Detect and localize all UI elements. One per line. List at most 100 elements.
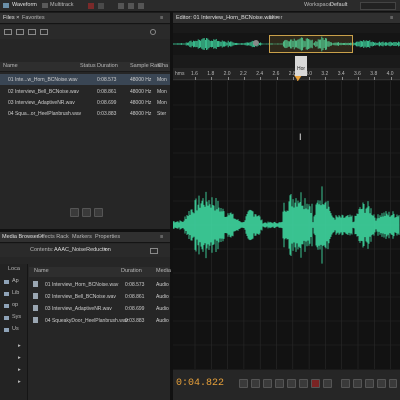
panel-menu-icon[interactable]: ≡ [160, 234, 163, 241]
tree-item[interactable]: Ap [12, 278, 19, 285]
media-file-icon [33, 305, 38, 311]
waveform-display[interactable]: I [173, 81, 400, 369]
waveform-mode-button[interactable]: Waveform [12, 2, 37, 9]
file-duration: 0:08.573 [97, 77, 117, 83]
tree-folder-icon[interactable] [4, 328, 9, 332]
close-file-icon[interactable] [40, 29, 48, 35]
rewind-button[interactable] [275, 379, 284, 388]
zoom-handle-icon[interactable] [253, 40, 259, 46]
col-media[interactable]: Media [156, 268, 171, 275]
media-duration: 0:03.883 [125, 318, 145, 324]
ruler-tick [227, 77, 229, 80]
col-duration[interactable]: Duration [97, 63, 118, 70]
chevron-down-icon[interactable]: ▾ [104, 247, 107, 254]
tree-expand-icon[interactable]: ▸ [18, 343, 21, 350]
media-type: Audio [156, 282, 169, 288]
tab-effects-rack[interactable]: Effects Rack [38, 234, 69, 241]
zoom-out-button[interactable] [353, 379, 362, 388]
loop-button[interactable] [323, 379, 332, 388]
preview-autoplay-button[interactable] [94, 208, 103, 217]
media-row[interactable]: 02 Interview_Bell_BCNoise.wav 0:08.861 A… [29, 291, 170, 302]
time-ruler[interactable]: hms 1.6 1.8 2.0 2.2 2.4 2.6 2.8 3.0 3.2 3.4 3.6 3.8… [173, 68, 400, 80]
stop-button[interactable] [239, 379, 248, 388]
import-file-icon[interactable] [16, 29, 24, 35]
tree-item[interactable]: op [12, 302, 18, 309]
tab-editor[interactable]: Editor: 01 Interview_Horn_BCNoise.wav × [176, 15, 279, 22]
workspace-select[interactable]: Default [330, 2, 347, 9]
col-name[interactable]: Name [34, 268, 49, 275]
panel-menu-icon[interactable]: ≡ [390, 15, 393, 22]
zoom-in-button[interactable] [341, 379, 350, 388]
tab-properties[interactable]: Properties [95, 234, 120, 241]
skip-back-button[interactable] [287, 379, 296, 388]
ruler-tick [390, 77, 392, 80]
cursor-ibeam-icon: I [299, 132, 302, 142]
preview-play-button[interactable] [70, 208, 79, 217]
open-file-icon[interactable] [4, 29, 12, 35]
panel-menu-icon[interactable]: ≡ [160, 15, 163, 22]
file-channels: Mon [157, 100, 167, 106]
media-panel-tabs: Media Browser × Effects Rack Markers Pro… [0, 232, 170, 243]
media-row[interactable]: 03 Interview_AdaptiveNR.wav 0:08.699 Aud… [29, 303, 170, 314]
tree-expand-icon[interactable]: ▸ [18, 379, 21, 386]
skip-forward-button[interactable] [299, 379, 308, 388]
col-duration[interactable]: Duration [121, 268, 142, 275]
contents-bar: Contents: AAAC_NoiseReduction ▾ [0, 244, 170, 257]
zoom-fit-button[interactable] [365, 379, 374, 388]
overview-strip[interactable] [173, 33, 400, 55]
toolbar-icon-3[interactable] [118, 3, 124, 9]
play-button[interactable] [251, 379, 260, 388]
media-type: Audio [156, 294, 169, 300]
tab-markers[interactable]: Markers [72, 234, 92, 241]
file-row[interactable]: 02 Interview_Bell_BCNoise.wav 0:08.861 4… [0, 86, 170, 97]
transport-bar: 0:04.822 [173, 370, 400, 400]
toolbar-icon-5[interactable] [138, 3, 144, 9]
files-search-icon[interactable] [150, 29, 156, 35]
ruler-tick [358, 77, 359, 80]
pause-button[interactable] [263, 379, 272, 388]
folder-icon[interactable] [150, 248, 158, 254]
col-channels[interactable]: Cha [158, 63, 168, 70]
file-row[interactable]: 04 Squa...or_HeelPlanbrush.wav 0:03.883 … [0, 108, 170, 119]
tree-item[interactable]: Us [12, 326, 19, 333]
tab-mixer[interactable]: Mixer [269, 15, 282, 22]
tree-folder-icon[interactable] [4, 304, 9, 308]
file-row[interactable]: 01 Inte...w_Horn_BCNoise.wav 0:08.573 48… [0, 74, 170, 85]
top-bar: Waveform Multitrack Workspace: Default [0, 0, 400, 12]
file-name: 02 Interview_Bell_BCNoise.wav [8, 89, 79, 95]
zoom-selection-button[interactable] [377, 379, 386, 388]
waveform-mode-icon[interactable] [3, 3, 9, 8]
zoom-full-button[interactable] [389, 379, 397, 388]
file-duration: 0:08.861 [97, 89, 117, 95]
tree-folder-icon[interactable] [4, 280, 9, 284]
zoom-window[interactable] [269, 35, 353, 53]
media-type: Audio [156, 306, 169, 312]
search-field[interactable] [360, 2, 396, 10]
multitrack-mode-icon[interactable] [42, 3, 48, 8]
tree-expand-icon[interactable]: ▸ [18, 355, 21, 362]
media-file-icon [33, 281, 38, 287]
file-name: 03 Interview_AdaptiveNR.wav [8, 100, 75, 106]
multitrack-mode-button[interactable]: Multitrack [50, 2, 74, 9]
contents-select[interactable]: AAAC_NoiseReduction [54, 247, 111, 254]
toolbar-icon-1[interactable] [88, 3, 94, 9]
col-status[interactable]: Status [80, 63, 96, 70]
file-row[interactable]: 03 Interview_AdaptiveNR.wav 0:08.699 480… [0, 97, 170, 108]
record-button[interactable] [311, 379, 320, 388]
tab-favorites[interactable]: Favorites [22, 15, 45, 22]
preview-loop-button[interactable] [82, 208, 91, 217]
media-row[interactable]: 01 Interview_Horn_BCNoise.wav 0:08.573 A… [29, 279, 170, 290]
tab-files[interactable]: Files × [3, 15, 19, 22]
toolbar-icon-2[interactable] [98, 3, 104, 9]
tree-expand-icon[interactable]: ▸ [18, 367, 21, 374]
toolbar-icon-4[interactable] [128, 3, 134, 9]
tree-folder-icon[interactable] [4, 316, 9, 320]
files-toolbar [0, 25, 170, 39]
media-row[interactable]: 04 SqueakyDoor_HeelPlanbrush.wav 0:03.88… [29, 315, 170, 326]
col-name[interactable]: Name [3, 63, 18, 70]
tree-item[interactable]: Sys [12, 314, 21, 321]
files-column-header: Name Status Duration Sample Rate Cha [0, 62, 170, 72]
tree-folder-icon[interactable] [4, 292, 9, 296]
new-file-icon[interactable] [28, 29, 36, 35]
tree-item[interactable]: Lib [12, 290, 19, 297]
